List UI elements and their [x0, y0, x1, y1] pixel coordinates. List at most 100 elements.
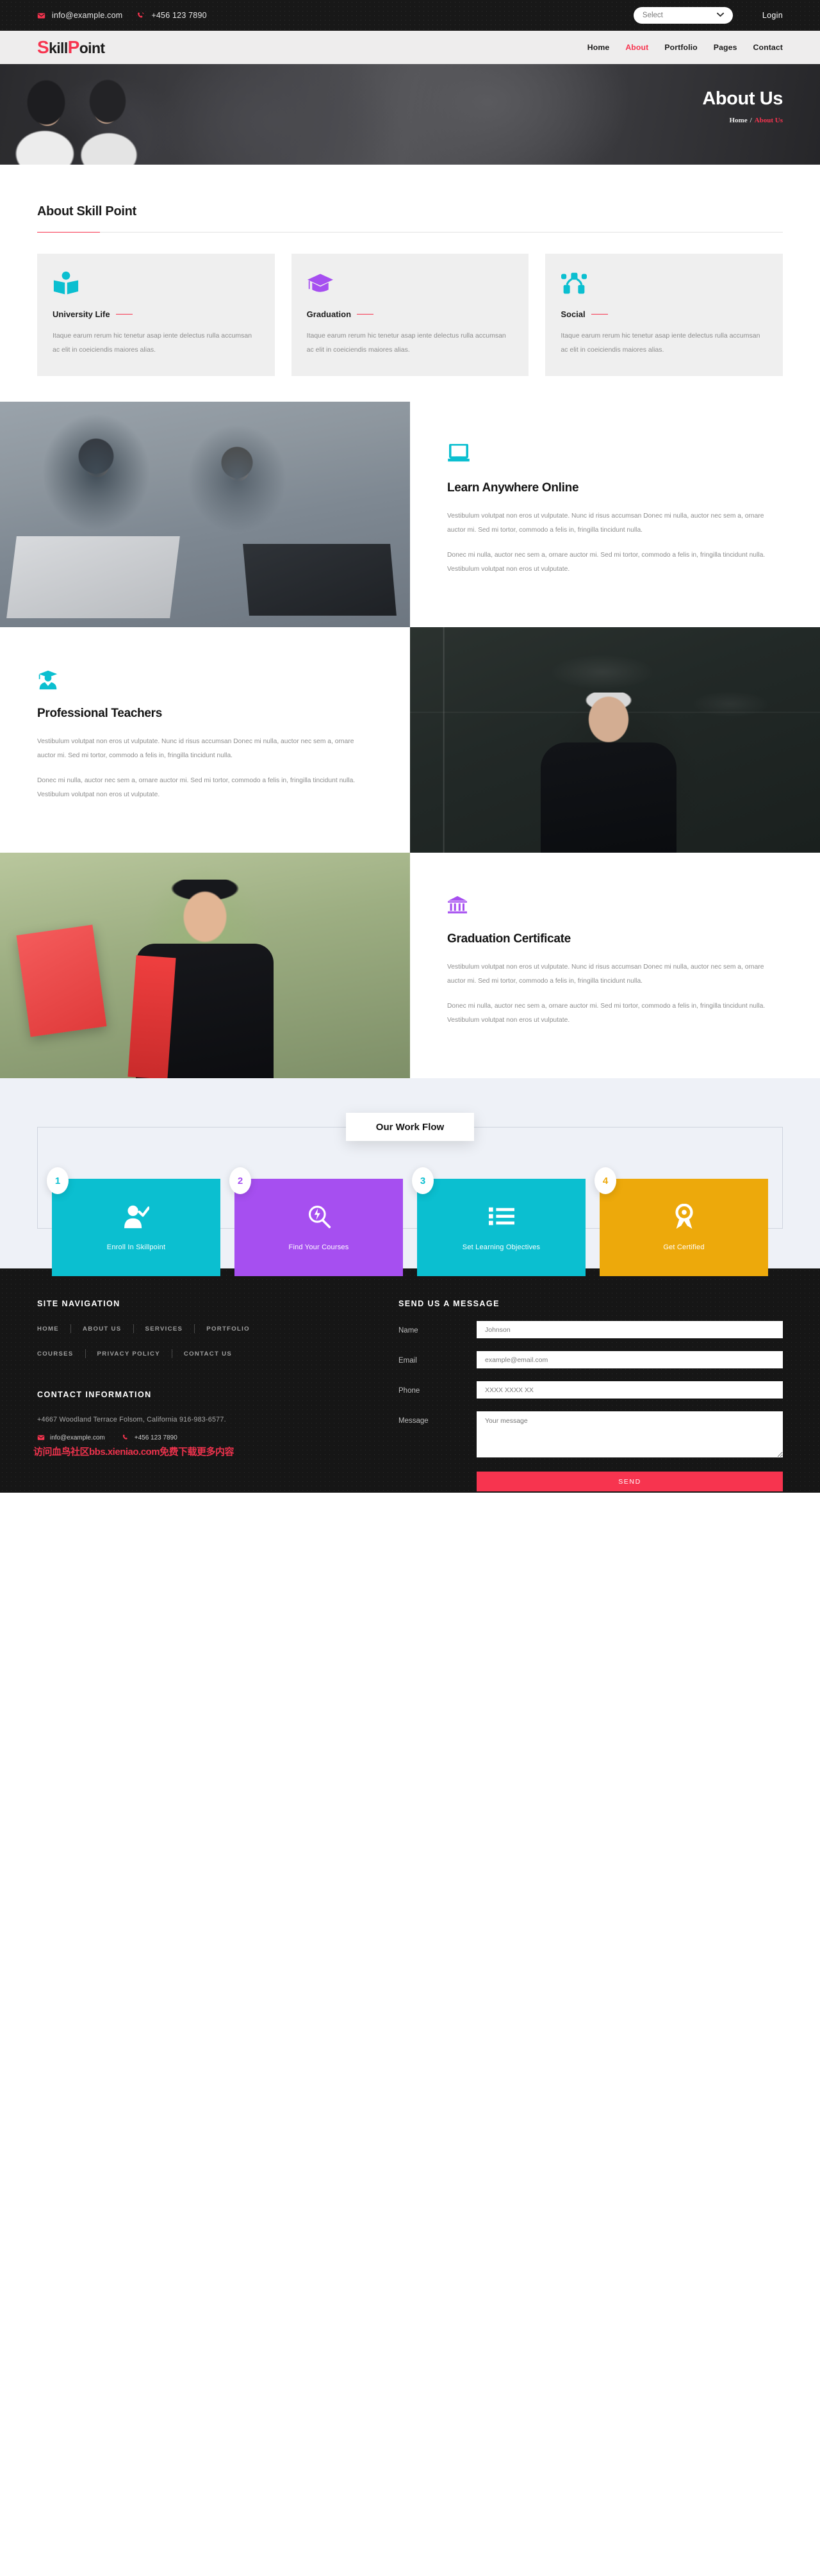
- graduate-with-certificate-photo: [0, 853, 410, 1079]
- form-row-email: Email: [398, 1351, 783, 1369]
- footer-email[interactable]: info@example.com: [37, 1434, 105, 1441]
- link-divider: [70, 1324, 71, 1334]
- page-title: About Us: [702, 88, 783, 109]
- feature-text-graduation-certificate: Graduation Certificate Vestibulum volutp…: [410, 853, 820, 1079]
- workflow-step-card[interactable]: Get Certified: [600, 1179, 768, 1277]
- language-select[interactable]: Select: [633, 7, 733, 24]
- site-footer: SITE NAVIGATION HOME ABOUT US SERVICES P…: [0, 1268, 820, 1493]
- professor-figure: [525, 693, 692, 853]
- form-label-phone: Phone: [398, 1387, 420, 1395]
- footer-link-contact-us[interactable]: CONTACT US: [184, 1350, 232, 1358]
- two-students-with-laptops-photo: [0, 402, 410, 628]
- breadcrumb-separator: /: [750, 117, 752, 124]
- chevron-down-icon: [716, 12, 724, 19]
- feature-paragraph-1: Vestibulum volutpat non eros ut vulputat…: [447, 513, 764, 534]
- topbar-phone[interactable]: +456 123 7890: [136, 11, 207, 20]
- workflow-step-card[interactable]: Find Your Courses: [234, 1179, 403, 1277]
- phone-icon: [136, 12, 145, 20]
- laptop-shape: [243, 544, 397, 616]
- topbar-email[interactable]: info@example.com: [37, 11, 122, 20]
- send-button[interactable]: SEND: [477, 1472, 783, 1492]
- footer-link-services[interactable]: SERVICES: [145, 1325, 183, 1333]
- workflow-step-number: 4: [594, 1167, 616, 1195]
- feature-text-learn-online: Learn Anywhere Online Vestibulum volutpa…: [410, 402, 820, 628]
- workflow-step-card[interactable]: Set Learning Objectives: [417, 1179, 586, 1277]
- footer-email-text: info@example.com: [50, 1434, 105, 1441]
- name-field[interactable]: [477, 1321, 783, 1339]
- nav-item-pages[interactable]: Pages: [714, 43, 737, 52]
- footer-right-column: SEND US A MESSAGE Name Email Phone Messa…: [398, 1299, 783, 1493]
- footer-link-home[interactable]: HOME: [37, 1325, 59, 1333]
- footer-link-privacy-policy[interactable]: PRIVACY POLICY: [97, 1350, 160, 1358]
- workflow-step-card[interactable]: Enroll In Skillpoint: [52, 1179, 220, 1277]
- breadcrumb-current: About Us: [754, 117, 783, 124]
- about-card-text: Itaque earum rerum hic tenetur asap ient…: [53, 332, 252, 354]
- footer-contact-row: info@example.com +456 123 7890: [37, 1434, 372, 1441]
- form-label-email: Email: [398, 1357, 417, 1365]
- page-hero-banner: About Us Home / About Us: [0, 64, 820, 165]
- footer-link-about-us[interactable]: ABOUT US: [83, 1325, 122, 1333]
- footer-nav-heading: SITE NAVIGATION: [37, 1299, 120, 1309]
- nav-item-about[interactable]: About: [625, 43, 648, 52]
- workflow-frame: 1 Enroll In Skillpoint 2 Find Your Cours…: [37, 1127, 783, 1277]
- about-card-grid: University Life Itaque earum rerum hic t…: [37, 254, 783, 402]
- topbar-phone-text: +456 123 7890: [151, 11, 207, 20]
- footer-phone[interactable]: +456 123 7890: [122, 1434, 177, 1441]
- phone-field[interactable]: [477, 1381, 783, 1399]
- breadcrumb-home[interactable]: Home: [730, 117, 748, 124]
- list-icon: [488, 1204, 514, 1229]
- workflow-step-label: Get Certified: [663, 1243, 705, 1252]
- nav-item-contact[interactable]: Contact: [753, 43, 783, 52]
- email-field[interactable]: [477, 1351, 783, 1369]
- open-book-reader-icon: [53, 271, 259, 297]
- logo-kill: kill: [49, 40, 68, 56]
- footer-wrapper: SITE NAVIGATION HOME ABOUT US SERVICES P…: [0, 1268, 820, 1493]
- nav-item-portfolio[interactable]: Portfolio: [664, 43, 697, 52]
- topbar-contact-group: info@example.com +456 123 7890: [37, 11, 207, 20]
- site-logo[interactable]: SkillPoint: [37, 37, 105, 57]
- certificate-bank-icon: [447, 895, 769, 917]
- title-dash: [357, 313, 374, 315]
- link-divider: [133, 1324, 134, 1334]
- red-sash-shape: [127, 955, 176, 1079]
- link-divider: [85, 1349, 86, 1359]
- workflow-step-label: Enroll In Skillpoint: [106, 1243, 166, 1252]
- hero-content: About Us Home / About Us: [0, 64, 820, 165]
- nav-item-home[interactable]: Home: [587, 43, 610, 52]
- about-card[interactable]: Graduation Itaque earum rerum hic tenetu…: [291, 254, 529, 377]
- footer-links-row-2: COURSES PRIVACY POLICY CONTACT US: [37, 1349, 372, 1359]
- workflow-step[interactable]: 2 Find Your Courses: [229, 1167, 403, 1277]
- feature-title: Professional Teachers: [37, 707, 163, 721]
- form-row-message: Message: [398, 1411, 783, 1458]
- feature-paragraph-1: Vestibulum volutpat non eros ut vulputat…: [447, 964, 764, 985]
- message-field[interactable]: [477, 1411, 783, 1458]
- page-root: info@example.com +456 123 7890 Select Lo…: [0, 0, 820, 1493]
- workflow-step[interactable]: 1 Enroll In Skillpoint: [47, 1167, 220, 1277]
- phone-icon: [122, 1434, 129, 1441]
- workflow-step[interactable]: 3 Set Learning Objectives: [412, 1167, 586, 1277]
- login-link[interactable]: Login: [762, 11, 783, 20]
- about-card[interactable]: University Life Itaque earum rerum hic t…: [37, 254, 275, 377]
- footer-contact-heading: CONTACT INFORMATION: [37, 1390, 152, 1400]
- footer-left-column: SITE NAVIGATION HOME ABOUT US SERVICES P…: [37, 1299, 372, 1493]
- feature-image-students: [0, 402, 410, 628]
- form-label-message: Message: [398, 1417, 429, 1425]
- primary-navigation: Home About Portfolio Pages Contact: [587, 43, 783, 52]
- workflow-step-number: 1: [47, 1167, 69, 1195]
- feature-row-graduation-certificate: Graduation Certificate Vestibulum volutp…: [0, 853, 820, 1079]
- footer-link-courses[interactable]: COURSES: [37, 1350, 74, 1358]
- logo-p: P: [67, 37, 80, 57]
- workflow-step[interactable]: 4 Get Certified: [594, 1167, 768, 1277]
- about-card-title-row: Graduation: [307, 309, 514, 319]
- professor-at-blackboard-photo: [410, 627, 820, 853]
- workflow-section: Our Work Flow 1 Enroll In Skillpoint 2 F…: [0, 1078, 820, 1277]
- footer-phone-text: +456 123 7890: [134, 1434, 177, 1441]
- footer-link-portfolio[interactable]: PORTFOLIO: [206, 1325, 250, 1333]
- about-card-title: Graduation: [306, 309, 352, 319]
- about-heading: About Skill Point: [37, 204, 136, 218]
- about-card[interactable]: Social Itaque earum rerum hic tenetur as…: [545, 254, 783, 377]
- feature-row-professional-teachers: Professional Teachers Vestibulum volutpa…: [0, 627, 820, 853]
- footer-address: +4667 Woodland Terrace Folsom, Californi…: [37, 1416, 226, 1424]
- logo-oint: oint: [79, 40, 105, 56]
- breadcrumb: Home / About Us: [730, 117, 783, 124]
